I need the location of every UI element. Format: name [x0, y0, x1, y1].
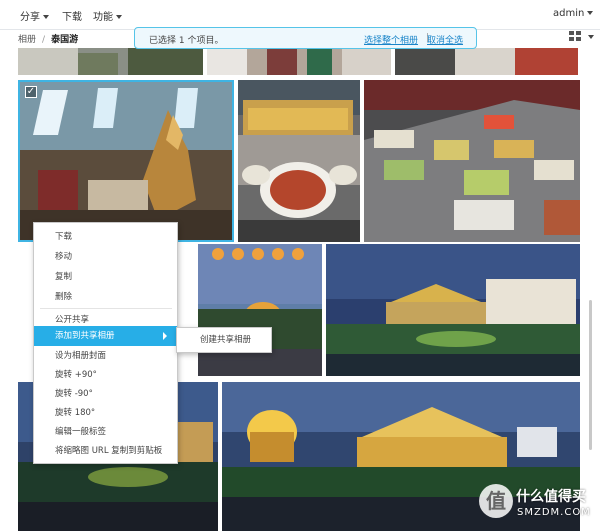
- photo-image: [198, 244, 322, 376]
- photo-lantern-night[interactable]: [198, 244, 322, 376]
- photo-palace-dusk[interactable]: [326, 244, 580, 376]
- photo-top-strip-right[interactable]: [395, 48, 578, 75]
- photo-image: [364, 80, 580, 242]
- menu-item-download[interactable]: 下载: [34, 227, 177, 247]
- watermark-en: SMZDM.COM: [517, 507, 591, 518]
- share-menu-button[interactable]: 分享: [20, 8, 49, 23]
- menu-item-add-to-shared-album[interactable]: 添加到共享相册: [34, 326, 177, 346]
- breadcrumb-current: 泰国游: [51, 35, 79, 45]
- menu-item-label: 删除: [55, 292, 73, 302]
- chevron-down-icon: [43, 15, 49, 19]
- photo-top-strip-mid[interactable]: [207, 48, 391, 75]
- chevron-down-icon[interactable]: [588, 35, 594, 39]
- menu-item-edit-tags[interactable]: 编辑一般标签: [34, 422, 177, 442]
- menu-item-label: 复制: [55, 272, 73, 282]
- menu-item-copy[interactable]: 复制: [34, 267, 177, 287]
- photo-curry-trays[interactable]: [238, 80, 360, 242]
- menu-item-label: 添加到共享相册: [55, 331, 115, 341]
- chevron-down-icon: [587, 11, 594, 15]
- photo-image: [18, 48, 203, 75]
- photo-image: [238, 80, 360, 242]
- menu-item-rotate-180[interactable]: 旋转 180°: [34, 403, 177, 423]
- photo-buffet-counter[interactable]: [364, 80, 580, 242]
- photo-image: [395, 48, 578, 75]
- selected-checkbox-icon[interactable]: ✓: [25, 86, 37, 98]
- menu-item-label: 编辑一般标签: [55, 427, 107, 437]
- photo-top-strip-left[interactable]: [18, 48, 203, 75]
- menu-item-move[interactable]: 移动: [34, 247, 177, 267]
- menu-item-rotate-plus-90[interactable]: 旋转 +90°: [34, 365, 177, 385]
- chevron-down-icon: [116, 15, 122, 19]
- menu-item-label: 将缩略图 URL 复制到剪贴板: [55, 446, 163, 456]
- selection-status: 已选择 1 个项目。: [149, 36, 224, 46]
- menu-item-delete[interactable]: 删除: [34, 287, 177, 307]
- user-menu-button[interactable]: admin: [553, 8, 594, 19]
- breadcrumb-separator: /: [42, 35, 46, 45]
- menu-divider: [40, 308, 172, 309]
- menu-item-label: 移动: [55, 252, 73, 262]
- watermark-logo-icon: 值: [479, 484, 513, 518]
- breadcrumb-root[interactable]: 相册: [18, 35, 36, 45]
- menu-item-label: 旋转 180°: [55, 408, 96, 418]
- photo-image: [207, 48, 391, 75]
- photo-image: [326, 244, 580, 376]
- scrollbar[interactable]: [589, 300, 592, 450]
- grid-view-icon[interactable]: [569, 31, 582, 42]
- breadcrumb: 相册 / 泰国游: [18, 32, 78, 45]
- share-label: 分享: [20, 12, 40, 23]
- menu-item-copy-thumbnail-url[interactable]: 将缩略图 URL 复制到剪贴板: [34, 441, 177, 461]
- photo-image: [18, 80, 234, 242]
- features-label: 功能: [93, 12, 113, 23]
- download-label: 下载: [62, 12, 82, 23]
- menu-item-label: 公开共享: [55, 315, 90, 325]
- submenu-label: 创建共享相册: [200, 335, 252, 345]
- user-label: admin: [553, 8, 585, 19]
- toolbar: 分享 下载 功能 admin: [0, 0, 600, 30]
- select-album-link[interactable]: 选择整个相册: [364, 33, 418, 46]
- menu-item-label: 旋转 -90°: [55, 389, 93, 399]
- submenu-create-shared-album[interactable]: 创建共享相册: [176, 327, 272, 353]
- watermark-cn: 什么值得买: [516, 489, 586, 505]
- download-button[interactable]: 下载: [62, 8, 82, 23]
- context-menu: 下载 移动 复制 删除 公开共享 添加到共享相册 设为相册封面 旋转 +90° …: [33, 222, 178, 464]
- menu-item-label: 设为相册封面: [55, 351, 107, 361]
- features-menu-button[interactable]: 功能: [93, 8, 122, 23]
- chevron-right-icon: [163, 332, 167, 340]
- deselect-link[interactable]: 取消全选: [427, 33, 463, 46]
- selection-bar: 已选择 1 个项目。 选择整个相册 | 取消全选: [134, 27, 477, 49]
- menu-item-label: 旋转 +90°: [55, 370, 97, 380]
- menu-item-set-album-cover[interactable]: 设为相册封面: [34, 346, 177, 366]
- menu-item-label: 下载: [55, 232, 73, 242]
- menu-item-rotate-minus-90[interactable]: 旋转 -90°: [34, 384, 177, 404]
- photo-temple-buffet-hall[interactable]: [18, 80, 234, 242]
